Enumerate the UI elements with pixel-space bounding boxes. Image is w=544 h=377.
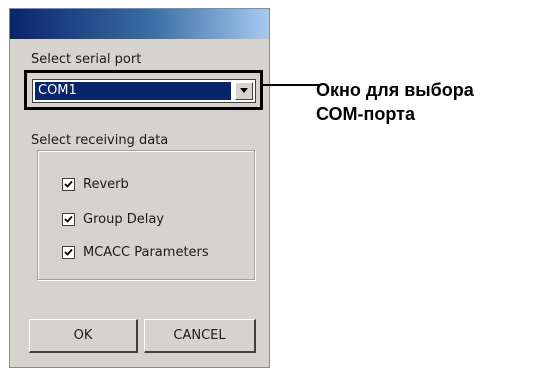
group-delay-checkbox[interactable]	[62, 212, 75, 226]
checkmark-icon	[64, 180, 73, 188]
callout-annotation: Окно для выбора СОМ-порта	[316, 78, 474, 126]
checkmark-icon	[64, 215, 73, 223]
reverb-checkbox-row[interactable]: Reverb	[62, 175, 129, 193]
receiving-data-group: Reverb Group Delay MCACC Parameters	[37, 150, 255, 280]
group-delay-checkbox-row[interactable]: Group Delay	[62, 210, 164, 228]
mcacc-parameters-label: MCACC Parameters	[83, 244, 209, 260]
com-port-highlight-frame	[24, 70, 263, 110]
mcacc-parameters-checkbox-row[interactable]: MCACC Parameters	[62, 243, 209, 261]
reverb-label: Reverb	[83, 176, 129, 192]
serial-port-label: Select serial port	[31, 52, 142, 67]
reverb-checkbox[interactable]	[62, 177, 75, 191]
ok-button[interactable]: OK	[29, 319, 138, 353]
cancel-button[interactable]: CANCEL	[144, 319, 256, 353]
receiving-data-label: Select receiving data	[31, 133, 169, 148]
callout-leader-line	[263, 84, 319, 86]
callout-line-2: СОМ-порта	[316, 104, 415, 124]
group-delay-label: Group Delay	[83, 211, 164, 227]
callout-line-1: Окно для выбора	[316, 80, 474, 100]
title-bar[interactable]	[10, 9, 269, 39]
serial-settings-dialog: Select serial port COM1 Select receiving…	[9, 8, 270, 368]
mcacc-parameters-checkbox[interactable]	[62, 245, 75, 259]
checkmark-icon	[64, 248, 73, 256]
